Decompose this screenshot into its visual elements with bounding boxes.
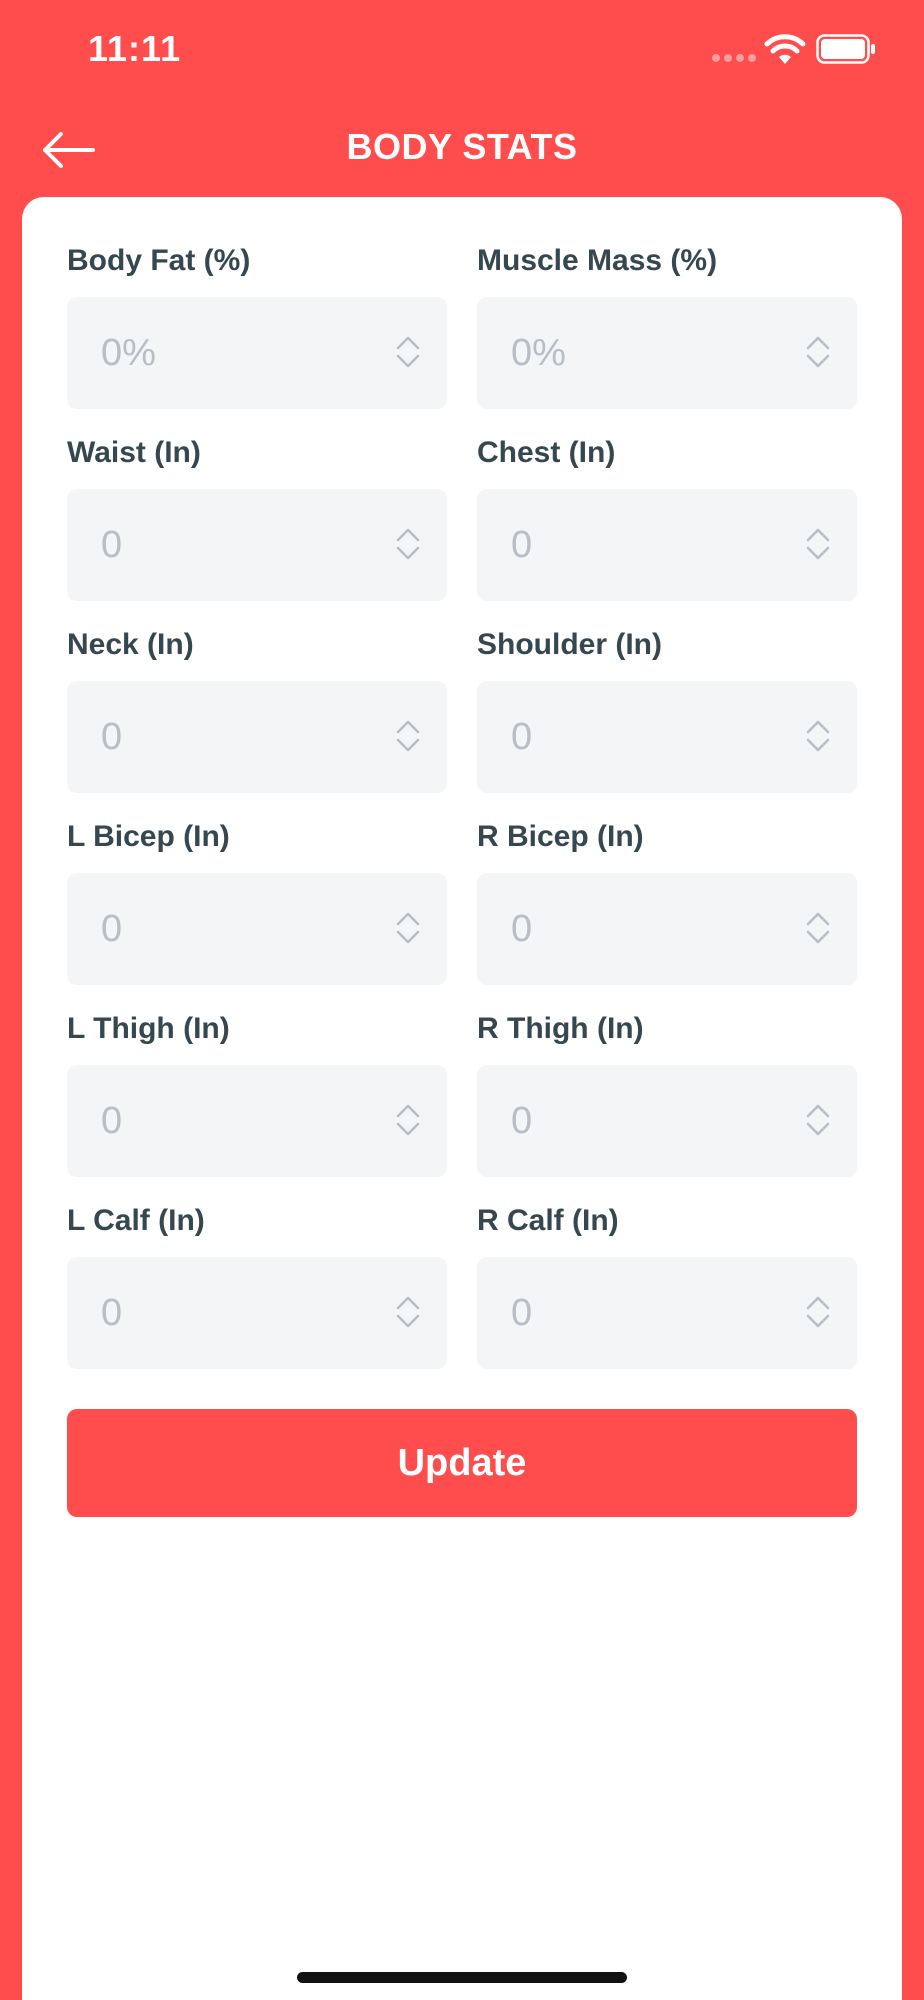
r-bicep-in-input[interactable] (477, 873, 857, 985)
field-l-thigh-in: L Thigh (In) (67, 1009, 447, 1201)
neck-in-input[interactable] (67, 681, 447, 793)
l-bicep-in-input[interactable] (67, 873, 447, 985)
field-shoulder-in: Shoulder (In) (477, 625, 857, 817)
field-neck-in: Neck (In) (67, 625, 447, 817)
field-waist-in: Waist (In) (67, 433, 447, 625)
shoulder-in-input[interactable] (477, 681, 857, 793)
chest-in-input[interactable] (477, 489, 857, 601)
status-time: 11:11 (88, 28, 182, 69)
field-l-bicep-in: L Bicep (In) (67, 817, 447, 1009)
number-input-box (477, 873, 857, 985)
l-thigh-in-input[interactable] (67, 1065, 447, 1177)
up-down-chevron-icon[interactable] (805, 335, 831, 369)
r-thigh-in-input[interactable] (477, 1065, 857, 1177)
up-down-chevron-icon[interactable] (805, 1295, 831, 1329)
number-input-box (477, 1065, 857, 1177)
field-label: Neck (In) (67, 628, 194, 661)
field-l-calf-in: L Calf (In) (67, 1201, 447, 1393)
battery-icon (816, 34, 875, 64)
field-r-calf-in: R Calf (In) (477, 1201, 857, 1393)
up-down-chevron-icon[interactable] (395, 719, 421, 753)
muscle-mass-input[interactable] (477, 297, 857, 409)
number-input-box (477, 1257, 857, 1369)
up-down-chevron-icon[interactable] (805, 719, 831, 753)
field-label: Shoulder (In) (477, 628, 662, 661)
header: BODY STATS (0, 110, 924, 190)
field-label: Chest (In) (477, 436, 616, 469)
cellular-signal-icon (712, 54, 756, 62)
up-down-chevron-icon[interactable] (805, 1103, 831, 1137)
wifi-icon (764, 34, 806, 64)
waist-in-input[interactable] (67, 489, 447, 601)
up-down-chevron-icon[interactable] (395, 527, 421, 561)
number-input-box (477, 489, 857, 601)
update-button[interactable]: Update (67, 1409, 857, 1517)
number-input-box (67, 1257, 447, 1369)
number-input-box (67, 489, 447, 601)
number-input-box (67, 681, 447, 793)
up-down-chevron-icon[interactable] (395, 335, 421, 369)
field-label: Waist (In) (67, 436, 201, 469)
up-down-chevron-icon[interactable] (805, 911, 831, 945)
field-body-fat: Body Fat (%) (67, 241, 447, 433)
number-input-box (477, 297, 857, 409)
up-down-chevron-icon[interactable] (395, 1103, 421, 1137)
field-label: L Bicep (In) (67, 820, 230, 853)
field-r-thigh-in: R Thigh (In) (477, 1009, 857, 1201)
r-calf-in-input[interactable] (477, 1257, 857, 1369)
status-bar: 11:11 (0, 0, 924, 100)
field-label: R Calf (In) (477, 1204, 619, 1237)
up-down-chevron-icon[interactable] (395, 911, 421, 945)
field-chest-in: Chest (In) (477, 433, 857, 625)
up-down-chevron-icon[interactable] (395, 1295, 421, 1329)
number-input-box (67, 297, 447, 409)
page-title: BODY STATS (346, 126, 578, 167)
field-r-bicep-in: R Bicep (In) (477, 817, 857, 1009)
body-stats-form: Body Fat (%) Muscle Mass (%) Waist (In) Che… (22, 197, 902, 2000)
field-muscle-mass: Muscle Mass (%) (477, 241, 857, 433)
number-input-box (477, 681, 857, 793)
number-input-box (67, 873, 447, 985)
l-calf-in-input[interactable] (67, 1257, 447, 1369)
field-label: R Bicep (In) (477, 820, 644, 853)
up-down-chevron-icon[interactable] (805, 527, 831, 561)
body-fat-input[interactable] (67, 297, 447, 409)
field-label: L Thigh (In) (67, 1012, 230, 1045)
number-input-box (67, 1065, 447, 1177)
home-indicator (297, 1972, 627, 1983)
field-label: Muscle Mass (%) (477, 244, 718, 277)
field-label: R Thigh (In) (477, 1012, 644, 1045)
field-label: Body Fat (%) (67, 244, 251, 277)
field-label: L Calf (In) (67, 1204, 205, 1237)
fields-grid: Body Fat (%) Muscle Mass (%) Waist (In) Che… (67, 241, 857, 1393)
